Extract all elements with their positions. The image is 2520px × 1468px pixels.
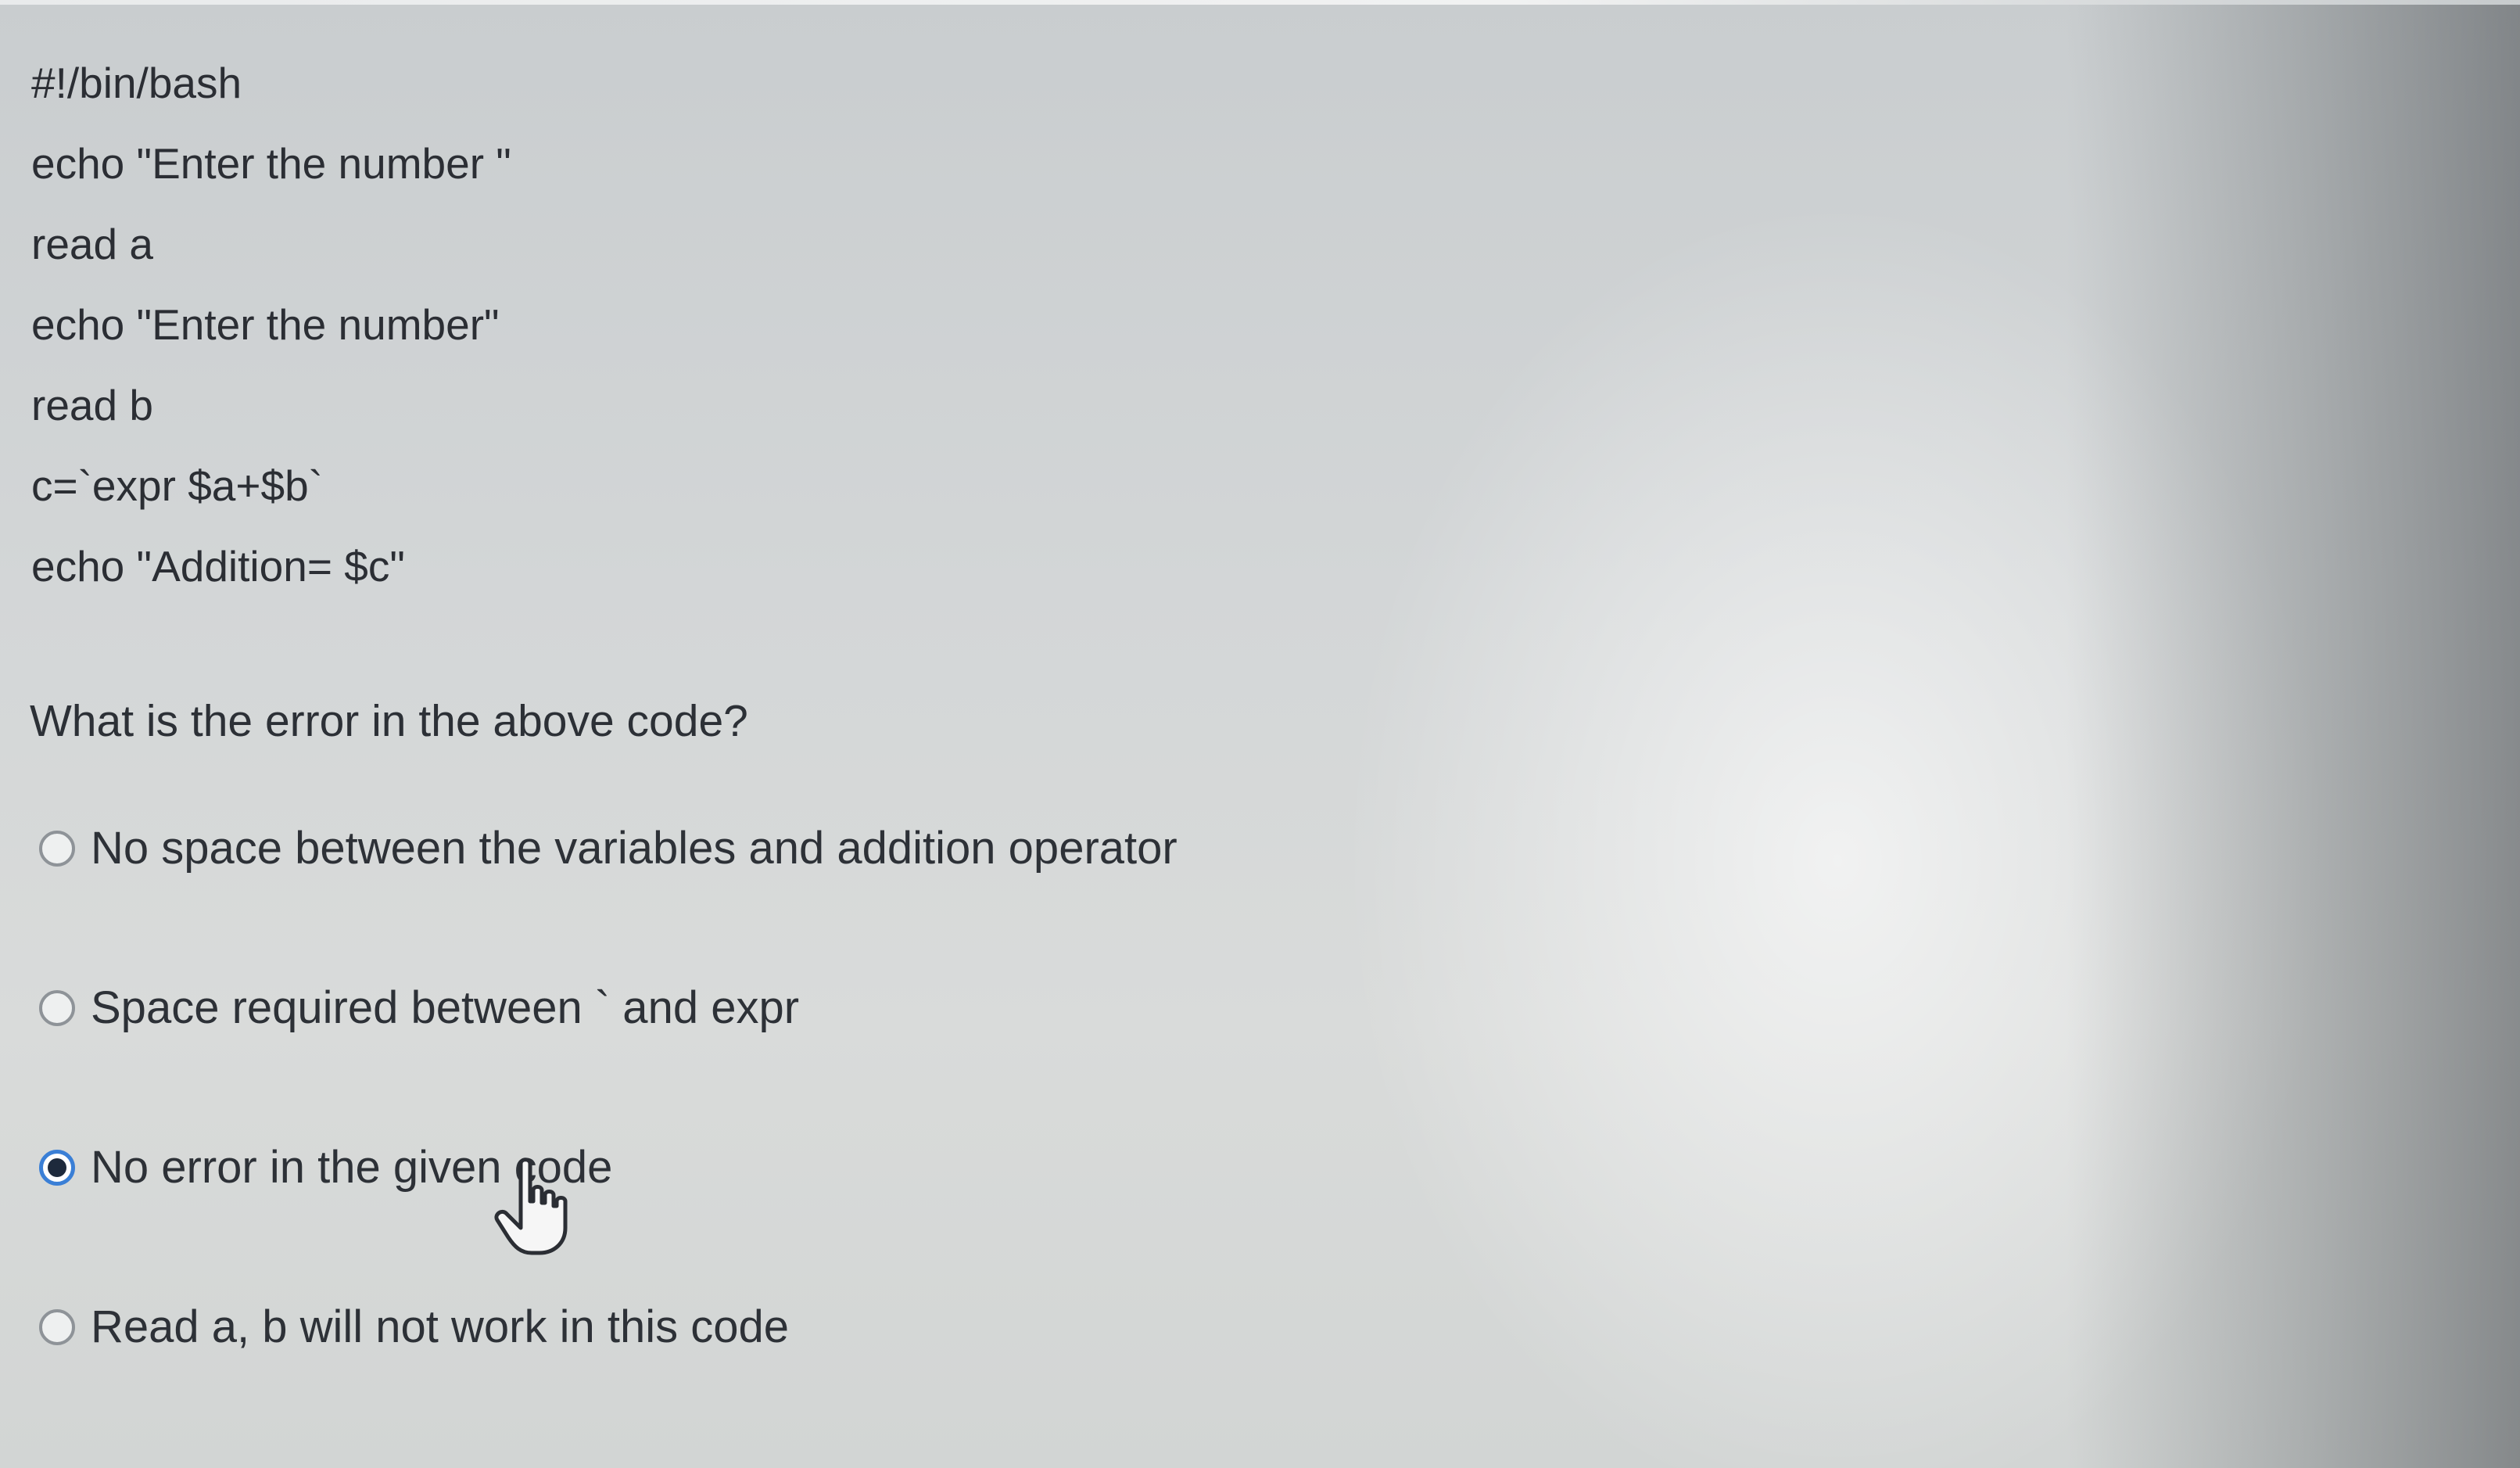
radio-button[interactable] — [39, 1309, 75, 1345]
option-label: Read a, b will not work in this code — [91, 1301, 789, 1352]
screen-top-edge — [0, 0, 2520, 5]
hand-pointer-icon — [494, 1158, 568, 1255]
answer-options: No space between the variables and addit… — [39, 820, 1178, 1458]
option-no-error[interactable]: No error in the given code — [39, 1139, 1178, 1298]
radio-button-selected[interactable] — [39, 1150, 75, 1186]
option-space-required[interactable]: Space required between ` and expr — [39, 979, 1178, 1139]
code-line: c=`expr $a+$b` — [31, 461, 323, 510]
code-line: read a — [31, 220, 153, 268]
code-block: #!/bin/bash echo "Enter the number " rea… — [31, 43, 1126, 607]
code-line: echo "Addition= $c" — [31, 542, 405, 590]
option-label: Space required between ` and expr — [91, 982, 800, 1033]
question-text: What is the error in the above code? — [30, 696, 748, 746]
option-no-space[interactable]: No space between the variables and addit… — [39, 820, 1178, 979]
code-line: #!/bin/bash — [31, 59, 242, 107]
code-line: echo "Enter the number " — [31, 139, 511, 188]
radio-button[interactable] — [39, 831, 75, 867]
option-label: No space between the variables and addit… — [91, 823, 1178, 874]
radio-dot — [48, 1158, 66, 1177]
radio-button[interactable] — [39, 990, 75, 1026]
code-line: echo "Enter the number" — [31, 300, 500, 349]
code-line: read b — [31, 381, 153, 429]
option-read-wont-work[interactable]: Read a, b will not work in this code — [39, 1298, 1178, 1458]
